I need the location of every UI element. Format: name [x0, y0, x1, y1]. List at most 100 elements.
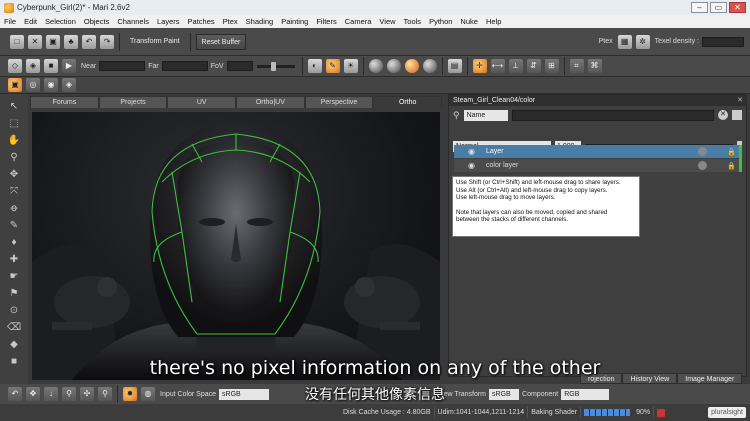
- tab-forums[interactable]: Forums: [30, 96, 99, 108]
- snapshot-icon[interactable]: ▤: [447, 59, 462, 73]
- menu-layers[interactable]: Layers: [153, 17, 184, 26]
- tooltip-line: Use left-mouse drag to move layers.: [456, 194, 556, 202]
- axis-z-icon[interactable]: ⇵: [526, 59, 541, 73]
- axis-x-icon[interactable]: ⟷: [490, 59, 505, 73]
- filter-mode-dropdown[interactable]: Name: [463, 109, 508, 121]
- cube-view-icon[interactable]: ◇: [8, 59, 22, 73]
- lock-icon[interactable]: 🔒: [727, 148, 736, 156]
- pan-tool-icon[interactable]: ✋: [7, 134, 21, 148]
- marquee-tool-icon[interactable]: ⬚: [7, 117, 21, 131]
- tab-ortho[interactable]: Ortho: [373, 96, 443, 108]
- save-icon[interactable]: ▣: [46, 34, 60, 49]
- cube-solid-icon[interactable]: ■: [44, 59, 58, 73]
- zoom-tool-icon[interactable]: ⚲: [7, 151, 21, 165]
- archive-icon[interactable]: ♣: [64, 34, 78, 49]
- tab-uv[interactable]: UV: [167, 96, 237, 108]
- paint-through-icon[interactable]: ✎: [325, 59, 340, 73]
- lock-icon[interactable]: 🔒: [727, 162, 736, 170]
- grid-snap-icon[interactable]: ⊞: [544, 59, 559, 73]
- axis-y-icon[interactable]: ⟂: [508, 59, 523, 73]
- fov-field[interactable]: [226, 61, 253, 71]
- menu-nuke[interactable]: Nuke: [456, 17, 482, 26]
- basic-shading-sphere-icon[interactable]: [386, 59, 401, 73]
- menu-camera[interactable]: Camera: [341, 17, 376, 26]
- color-picker-tool-icon[interactable]: ⊙: [7, 304, 21, 318]
- layer-blend-icon[interactable]: [698, 147, 707, 156]
- smudge-tool-icon[interactable]: ☛: [7, 270, 21, 284]
- palette-close-icon[interactable]: ✕: [737, 95, 743, 106]
- menu-view[interactable]: View: [375, 17, 399, 26]
- close-button[interactable]: ✕: [729, 2, 746, 13]
- subtitle-chinese: 没有任何其他像素信息: [305, 387, 445, 403]
- transform-paint-button[interactable]: Transform Paint: [125, 34, 185, 50]
- near-field[interactable]: [99, 61, 146, 71]
- visibility-icon[interactable]: ◈: [62, 78, 76, 92]
- menu-help[interactable]: Help: [482, 17, 505, 26]
- menu-selection[interactable]: Selection: [41, 17, 80, 26]
- pivot-icon[interactable]: ✛: [472, 59, 487, 73]
- lasso-tool-icon[interactable]: ꝋ: [7, 202, 21, 216]
- cube-wire-icon[interactable]: ◈: [26, 59, 40, 73]
- menu-objects[interactable]: Objects: [80, 17, 113, 26]
- panel-options-icon[interactable]: [732, 110, 742, 120]
- tab-ortho-uv[interactable]: Ortho|UV: [236, 96, 305, 108]
- eraser-tool-icon[interactable]: ⌫: [7, 321, 21, 335]
- patch-tool-icon[interactable]: ◆: [7, 338, 21, 352]
- layer-filter-bar: ⚲ Name ✕: [449, 106, 746, 124]
- move-tool-icon[interactable]: ✥: [7, 168, 21, 182]
- fov-slider-handle[interactable]: [270, 61, 276, 71]
- new-project-icon[interactable]: □: [10, 34, 24, 49]
- flat-shading-sphere-icon[interactable]: [368, 59, 383, 73]
- paint-brush-tool-icon[interactable]: ✎: [7, 219, 21, 233]
- clear-filter-icon[interactable]: ✕: [718, 110, 728, 120]
- menu-python[interactable]: Python: [425, 17, 456, 26]
- shading-toggle-icon[interactable]: ◐: [307, 59, 322, 73]
- restore-button[interactable]: ▭: [710, 2, 727, 13]
- layer-blend-icon[interactable]: [698, 161, 707, 170]
- current-paint-sphere-icon[interactable]: [422, 59, 437, 73]
- fill-tool-icon[interactable]: ♦: [7, 236, 21, 250]
- texel-density-field[interactable]: [702, 36, 744, 47]
- menu-patches[interactable]: Patches: [184, 17, 219, 26]
- toolbar-divider: [466, 57, 468, 75]
- toolbar-divider: [441, 57, 443, 75]
- layer-row-color-layer[interactable]: ◉ color layer 🔒: [454, 159, 739, 172]
- visibility-eye-icon[interactable]: ◉: [468, 161, 480, 170]
- visibility-eye-icon[interactable]: ◉: [468, 147, 480, 156]
- reset-buffer-button[interactable]: Reset Buffer: [195, 33, 247, 50]
- objects-icon[interactable]: ▣: [8, 78, 22, 92]
- menu-file[interactable]: File: [0, 17, 20, 26]
- ptex-grid-icon[interactable]: ▦: [617, 34, 632, 49]
- menu-tools[interactable]: Tools: [400, 17, 426, 26]
- patches-icon[interactable]: ◎: [26, 78, 40, 92]
- menu-painting[interactable]: Painting: [277, 17, 312, 26]
- pin-tool-icon[interactable]: ⚑: [7, 287, 21, 301]
- selection-tool-icon[interactable]: ⌗: [569, 59, 584, 73]
- redo-icon[interactable]: ↷: [100, 34, 114, 49]
- faces-icon[interactable]: ◉: [44, 78, 58, 92]
- camera-icon[interactable]: ▶: [62, 59, 76, 73]
- menu-shading[interactable]: Shading: [242, 17, 278, 26]
- transform-tool-icon[interactable]: ⤧: [7, 185, 21, 199]
- tab-projects[interactable]: Projects: [98, 96, 168, 108]
- layer-search-input[interactable]: [511, 109, 714, 121]
- 3d-viewport[interactable]: [32, 112, 440, 380]
- stop-icon[interactable]: [657, 408, 666, 417]
- tab-perspective[interactable]: Perspective: [304, 96, 374, 108]
- menu-channels[interactable]: Channels: [113, 17, 153, 26]
- layer-row-layer[interactable]: ◉ Layer 🔒: [454, 145, 739, 158]
- clone-tool-icon[interactable]: ✚: [7, 253, 21, 267]
- far-field[interactable]: [161, 61, 208, 71]
- menu-filters[interactable]: Filters: [312, 17, 340, 26]
- minimize-button[interactable]: –: [691, 2, 708, 13]
- lighting-icon[interactable]: ☀: [343, 59, 358, 73]
- menu-edit[interactable]: Edit: [20, 17, 41, 26]
- fov-slider[interactable]: [256, 61, 295, 71]
- close-project-icon[interactable]: ✕: [28, 34, 42, 49]
- selection-mode-icon[interactable]: ⌘: [587, 59, 602, 73]
- select-tool-icon[interactable]: ↖: [7, 100, 21, 114]
- ptex-settings-icon[interactable]: ✲: [635, 34, 650, 49]
- undo-icon[interactable]: ↶: [82, 34, 96, 49]
- current-channel-sphere-icon[interactable]: [404, 59, 419, 73]
- menu-ptex[interactable]: Ptex: [219, 17, 242, 26]
